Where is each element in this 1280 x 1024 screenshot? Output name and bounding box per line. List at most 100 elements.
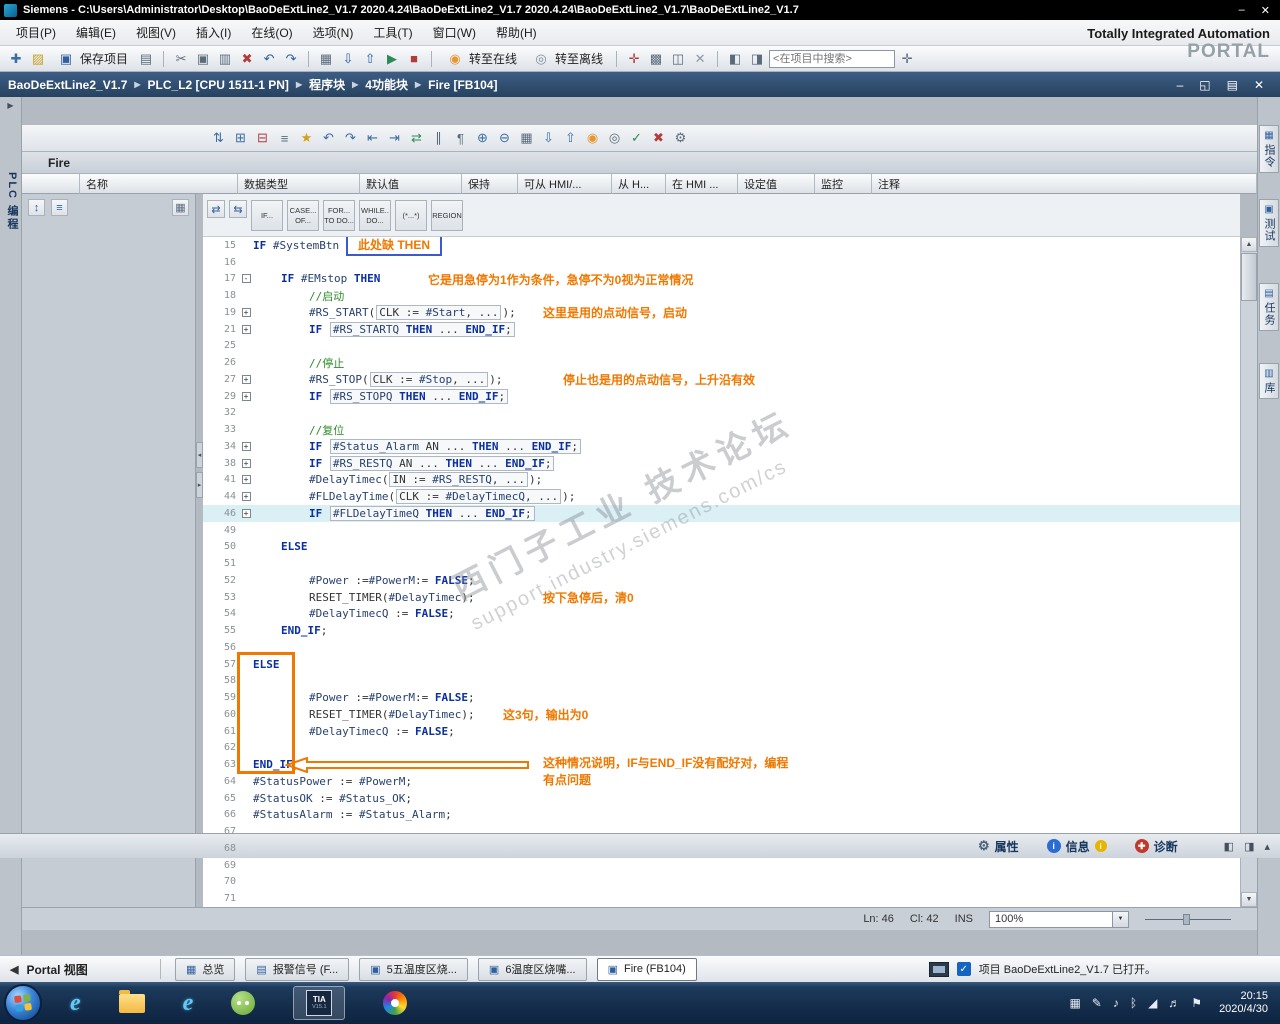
portal-view-button[interactable]: ◀ Portal 视图 [10, 961, 160, 978]
messenger-icon[interactable] [231, 991, 256, 1015]
code-line[interactable]: 26 //停止 [203, 354, 1240, 371]
scroll-down-icon[interactable]: ▼ [1241, 892, 1257, 907]
keep-result-icon[interactable]: ⇅ [208, 128, 229, 149]
go-offline-button[interactable]: ◎ 转至离线 [525, 49, 609, 69]
monitor-onoff-icon[interactable]: ◉ [582, 128, 603, 149]
taskbar-item-temp-zone-5[interactable]: ▣ 5五温度区烧... [359, 957, 468, 981]
code-line[interactable]: 58 [203, 673, 1240, 690]
taskbar-item-temp-zone-6[interactable]: ▣ 6温度区烧嘴... [477, 957, 587, 981]
code-line[interactable]: 59 #Power := #PowerM:= FALSE; [203, 689, 1240, 706]
snapshot-icon[interactable]: ◎ [604, 128, 625, 149]
table-column-header[interactable]: 监控 [815, 174, 872, 194]
menu-item[interactable]: 在线(O) [241, 20, 302, 45]
go-online-button[interactable]: ◉ 转至在线 [439, 49, 523, 69]
table-column-header[interactable]: 可从 HMI/... [518, 174, 612, 194]
paste-icon[interactable]: ▥ [215, 49, 235, 69]
code-line[interactable]: 21 + IF #RS_STARTQ THEN ... END_IF; [203, 321, 1240, 338]
code-line[interactable]: 68 [203, 840, 1240, 857]
code-line[interactable]: 54 #DelayTimecQ := FALSE; [203, 606, 1240, 623]
breadcrumb-item[interactable]: PLC_L2 [CPU 1511-1 PN] [148, 78, 289, 92]
fold-toggle-icon[interactable]: + [241, 441, 251, 451]
code-line[interactable]: 70 [203, 874, 1240, 891]
upload-from-device-icon[interactable]: ⇧ [360, 49, 380, 69]
code-line[interactable]: 41 + #DelayTimec(IN := #RS_RESTQ, ...); [203, 472, 1240, 489]
code-line[interactable]: 51 [203, 555, 1240, 572]
table-column-header[interactable]: 设定值 [738, 174, 815, 194]
window-layout-icon[interactable]: ▤ [1227, 78, 1238, 92]
snippet-tab[interactable]: CASE... OF... [287, 200, 319, 231]
syntax-check-icon[interactable]: ✓ [626, 128, 647, 149]
tia-portal-taskbar-button[interactable]: TIA V15.1 [293, 986, 346, 1020]
goto-prev-icon[interactable]: ⇤ [362, 128, 383, 149]
table-column-header[interactable]: 在 HMI ... [666, 174, 738, 194]
table-column-header[interactable] [22, 174, 80, 194]
code-line[interactable]: 27 + #RS_STOP(CLK := #Stop, ...); 停止也是用的点动信… [203, 371, 1240, 388]
snippet-tab[interactable]: IF... [251, 200, 283, 231]
tab-testing[interactable]: ▣ 测试 [1259, 199, 1279, 247]
error-list-icon[interactable]: ✖ [648, 128, 669, 149]
code-line[interactable]: 69 [203, 857, 1240, 874]
search-icon[interactable]: ✛ [897, 49, 917, 69]
accessible-devices-icon[interactable]: ▩ [646, 49, 666, 69]
code-line[interactable]: 29 + IF #RS_STOPQ THEN ... END_IF; [203, 388, 1240, 405]
redo-edit-icon[interactable]: ↷ [340, 128, 361, 149]
absolute-operand-icon[interactable]: ⇄ [406, 128, 427, 149]
code-line[interactable]: 50 ELSE [203, 539, 1240, 556]
snippet-tab[interactable]: WHILE.. DO... [359, 200, 391, 231]
favorites-star-icon[interactable]: ★ [296, 128, 317, 149]
code-line[interactable]: 15 IF #SystemBtn 此处缺 THEN [203, 237, 1240, 256]
code-line[interactable]: 16 [203, 254, 1240, 271]
code-line[interactable]: 65 #StatusOK := #Status_OK; [203, 790, 1240, 807]
code-line[interactable]: 46 + IF #FLDelayTimeQ THEN ... END_IF; [203, 505, 1240, 522]
breadcrumb-item[interactable]: BaoDeExtLine2_V1.7 [8, 78, 127, 92]
left-panel-strip[interactable]: ▶ PLC 编程 [0, 97, 22, 955]
redo-icon[interactable]: ↷ [281, 49, 301, 69]
start-button[interactable] [4, 984, 42, 1022]
table-column-header[interactable]: 名称 [80, 174, 238, 194]
fold-toggle-icon[interactable]: + [241, 374, 251, 384]
code-line[interactable]: 61 #DelayTimecQ := FALSE; [203, 723, 1240, 740]
taskbar-item-fire-fb104[interactable]: ▣ Fire (FB104) [596, 957, 697, 981]
volume-icon[interactable]: ♬ [1168, 996, 1180, 1010]
absolute-operands-icon[interactable]: ⇄ [207, 200, 225, 218]
cut-icon[interactable]: ✂ [171, 49, 191, 69]
stop-cpu-icon[interactable]: ■ [404, 49, 424, 69]
minimize-app-icon[interactable]: – [1239, 4, 1245, 17]
code-line[interactable]: 32 [203, 405, 1240, 422]
fold-toggle-icon[interactable]: - [241, 274, 251, 284]
fold-toggle-icon[interactable]: + [241, 307, 251, 317]
code-line[interactable]: 34 + IF #Status_Alarm AN ... THEN ... END_… [203, 438, 1240, 455]
ie-icon[interactable]: e [70, 990, 81, 1017]
table-column-header[interactable]: 注释 [872, 174, 1257, 194]
code-line[interactable]: 33 //复位 [203, 421, 1240, 438]
breadcrumb-item[interactable]: 程序块 [309, 76, 345, 93]
menu-item[interactable]: 编辑(E) [66, 20, 126, 45]
collapse-pane-icon[interactable]: ◂ [196, 442, 203, 468]
tab-instructions[interactable]: ▦ 指令 [1259, 125, 1279, 173]
snippet-tab[interactable]: (*...*) [395, 200, 427, 231]
zoom-dropdown-icon[interactable]: ▼ [1112, 911, 1128, 927]
close-app-icon[interactable]: ✕ [1261, 4, 1270, 17]
table-column-header[interactable]: 保持 [462, 174, 518, 194]
pane-splitter[interactable]: ◂ ▸ [196, 194, 203, 907]
zoom-select[interactable]: 100% ▼ [989, 910, 1129, 928]
download-to-device-icon[interactable]: ⇩ [338, 49, 358, 69]
code-line[interactable]: 19 + #RS_START(CLK := #Start, ...); 这里是用的点动… [203, 304, 1240, 321]
scroll-up-icon[interactable]: ▲ [1241, 237, 1257, 252]
taskbar-item-overview[interactable]: ▦ 总览 [175, 957, 236, 981]
code-line[interactable]: 17- IF #EMstop THEN 它是用急停为1作为条件，急停不为0视为正常情… [203, 271, 1240, 288]
tab-libraries[interactable]: ▥ 库 [1259, 363, 1279, 399]
renumber-icon[interactable]: ≡ [274, 128, 295, 149]
expand-items-icon[interactable]: ↕ [28, 199, 45, 216]
ie-icon-2[interactable]: e [183, 990, 194, 1017]
list-view-icon[interactable]: ≡ [51, 199, 68, 216]
snippet-tab[interactable]: FOR... TO DO... [323, 200, 355, 231]
split-horizontal-icon[interactable]: ◧ [725, 49, 745, 69]
menu-item[interactable]: 项目(P) [6, 20, 66, 45]
paint-icon[interactable] [383, 991, 408, 1015]
code-line[interactable]: 44 + #FLDelayTime(CLK := #DelayTimecQ, ...… [203, 488, 1240, 505]
fold-toggle-icon[interactable]: + [241, 492, 251, 502]
upload-block-icon[interactable]: ⇧ [560, 128, 581, 149]
table-column-header[interactable]: 默认值 [360, 174, 462, 194]
code-line[interactable]: 56 [203, 639, 1240, 656]
